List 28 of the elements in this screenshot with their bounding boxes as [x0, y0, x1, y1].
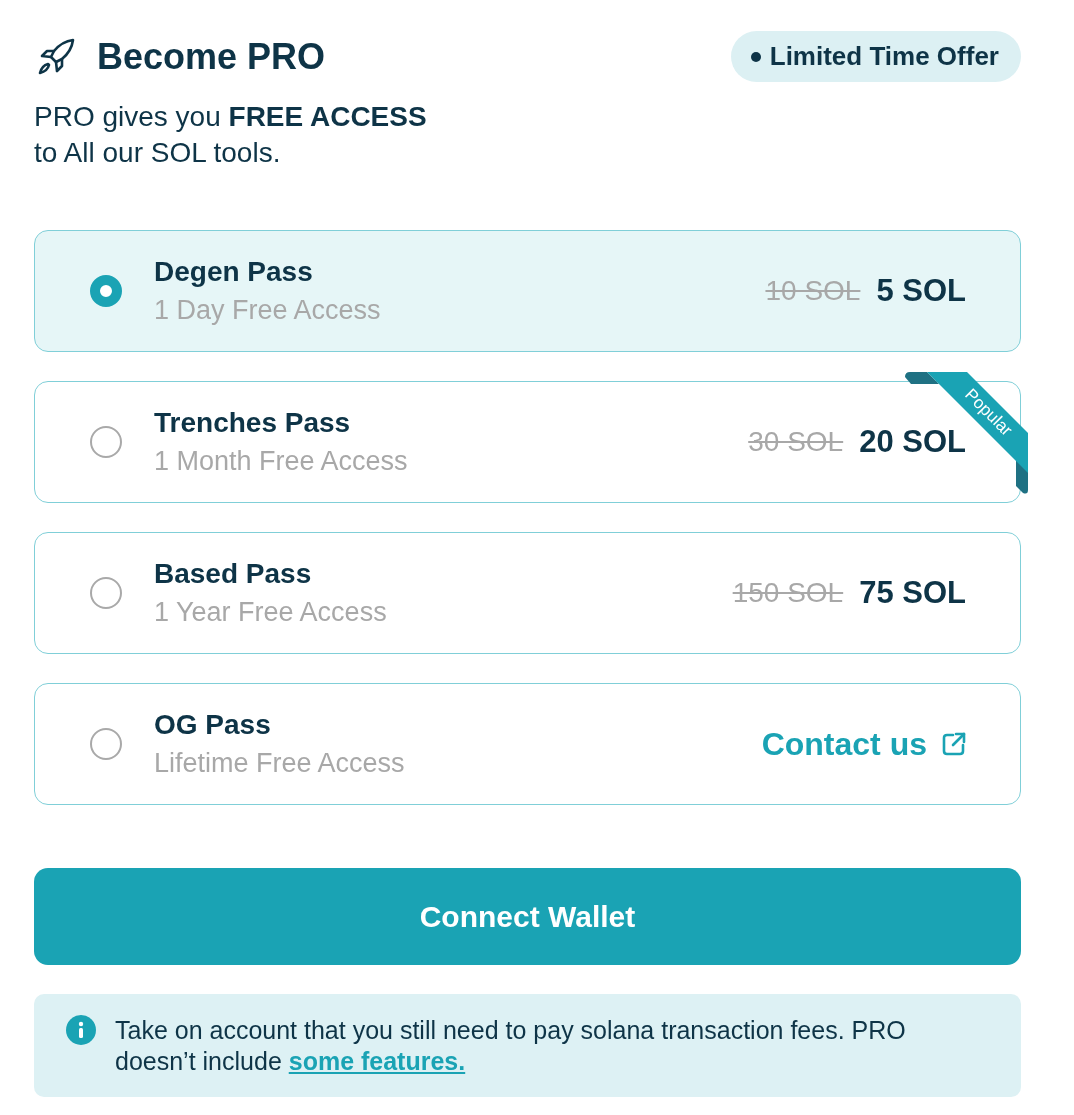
radio-button[interactable] [90, 728, 122, 760]
plan-name: OG Pass [154, 708, 271, 742]
plan-card[interactable]: OG Pass Lifetime Free Access Contact us [34, 683, 1021, 805]
plan-name: Trenches Pass [154, 406, 351, 440]
external-link-icon [942, 732, 966, 756]
dot-icon [750, 51, 761, 62]
radio-button[interactable] [90, 426, 122, 458]
plan-card[interactable]: Based Pass 1 Year Free Access 150 SOL 75 SOL [34, 532, 1021, 654]
rocket-icon [36, 36, 76, 77]
plan-price: 5 SOL [876, 271, 966, 310]
plan-subtitle: 1 Year Free Access [154, 596, 387, 629]
plan-subtitle: 1 Day Free Access [154, 294, 381, 327]
plan-subtitle: Lifetime Free Access [154, 747, 405, 780]
intro-text: PRO gives you FREE ACCESS to All our SOL tools. [34, 100, 427, 170]
plan-name: Based Pass [154, 557, 312, 591]
page-title: Become PRO [97, 36, 326, 77]
old-price: 150 SOL [732, 576, 844, 610]
radio-button[interactable] [90, 275, 122, 307]
plan-price: 75 SOL [859, 573, 966, 612]
info-icon [66, 1015, 96, 1045]
offer-text: Limited Time Offer [769, 40, 999, 73]
old-price: 30 SOL [748, 425, 844, 459]
plan-name: Degen Pass [154, 255, 313, 289]
notice-text: Take on account that you still need to pay solana transaction fees. PRO doesn’t include some features. [115, 1015, 907, 1077]
old-price: 10 SOL [765, 274, 861, 308]
plan-subtitle: 1 Month Free Access [154, 445, 408, 478]
radio-button[interactable] [90, 577, 122, 609]
plan-card[interactable]: Degen Pass 1 Day Free Access 10 SOL 5 SOL [34, 230, 1021, 352]
